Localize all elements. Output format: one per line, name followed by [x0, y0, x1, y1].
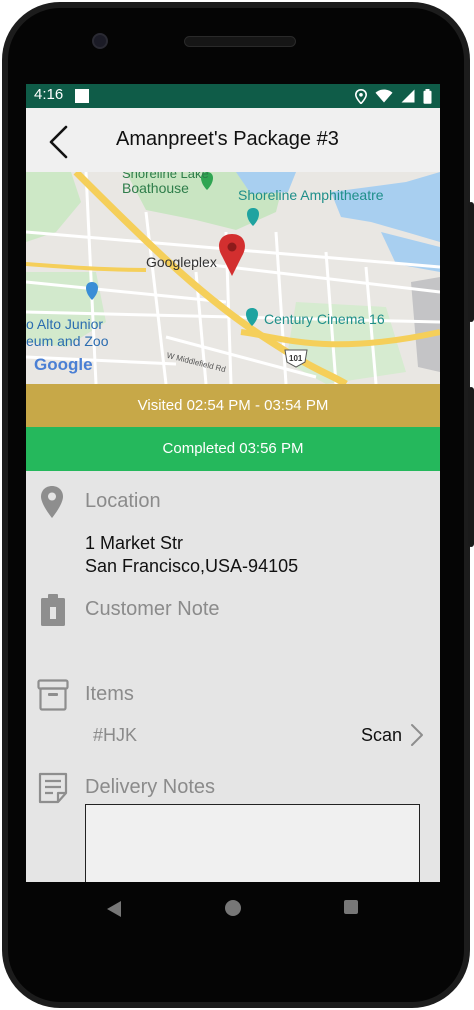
- completed-time-banner: Completed 03:56 PM: [26, 427, 440, 471]
- map-label-junior-museum: o Alto Junior eum and Zoo: [26, 316, 109, 349]
- visited-time-banner: Visited 02:54 PM - 03:54 PM: [26, 384, 440, 427]
- delivery-notes-input[interactable]: [85, 804, 420, 882]
- status-bar: 4:16: [26, 84, 440, 108]
- clipboard-icon: [41, 594, 65, 626]
- chevron-right-icon: [411, 724, 423, 746]
- system-nav-bar: [26, 882, 440, 934]
- delivery-notes-label: Delivery Notes: [85, 776, 216, 798]
- map-label-googleplex: Googleplex: [146, 254, 217, 270]
- earpiece-speaker: [184, 36, 296, 47]
- item-code: #HJK: [93, 725, 138, 745]
- app-screen: 4:16 Amanpreet's Package #3 Shoreline La…: [26, 84, 440, 882]
- address-line-2: San Francisco,USA-94105: [85, 556, 299, 576]
- customer-note-label: Customer Note: [85, 598, 220, 620]
- google-logo: Google: [34, 355, 93, 374]
- volume-button: [468, 387, 474, 547]
- wifi-icon: [375, 89, 393, 103]
- status-icons: [355, 88, 432, 104]
- map-roads: [26, 172, 440, 384]
- box-icon: [37, 679, 69, 711]
- power-button: [468, 202, 474, 322]
- signal-icon: [401, 89, 415, 103]
- app-bar: Amanpreet's Package #3: [26, 108, 440, 172]
- page-title: Amanpreet's Package #3: [116, 128, 339, 150]
- items-label: Items: [85, 683, 134, 705]
- nav-recents-icon[interactable]: [344, 900, 358, 914]
- scan-label: Scan: [360, 724, 402, 745]
- scan-button[interactable]: Scan: [361, 721, 424, 749]
- map-label-highway: 101: [289, 354, 303, 363]
- notes-icon: [38, 772, 68, 804]
- map-label-boathouse: Shoreline Lake Boathouse: [122, 172, 209, 196]
- status-time: 4:16: [34, 86, 64, 103]
- front-camera: [92, 33, 108, 49]
- address-line-1: 1 Market Str: [85, 533, 184, 553]
- chevron-left-icon: [49, 125, 68, 159]
- back-button[interactable]: [46, 124, 78, 160]
- nav-home-icon[interactable]: [225, 900, 241, 916]
- notification-icon: [75, 89, 89, 103]
- map-label-cinema: Century Cinema 16: [264, 311, 385, 327]
- location-label: Location: [85, 490, 161, 512]
- map-label-amphitheatre: Shoreline Amphitheatre: [238, 187, 384, 203]
- nav-back-icon[interactable]: [106, 900, 122, 918]
- map-view[interactable]: Shoreline Lake Boathouse Shoreline Amphi…: [26, 172, 440, 384]
- location-icon: [355, 88, 367, 104]
- battery-icon: [423, 88, 432, 104]
- location-pin-icon: [41, 486, 63, 518]
